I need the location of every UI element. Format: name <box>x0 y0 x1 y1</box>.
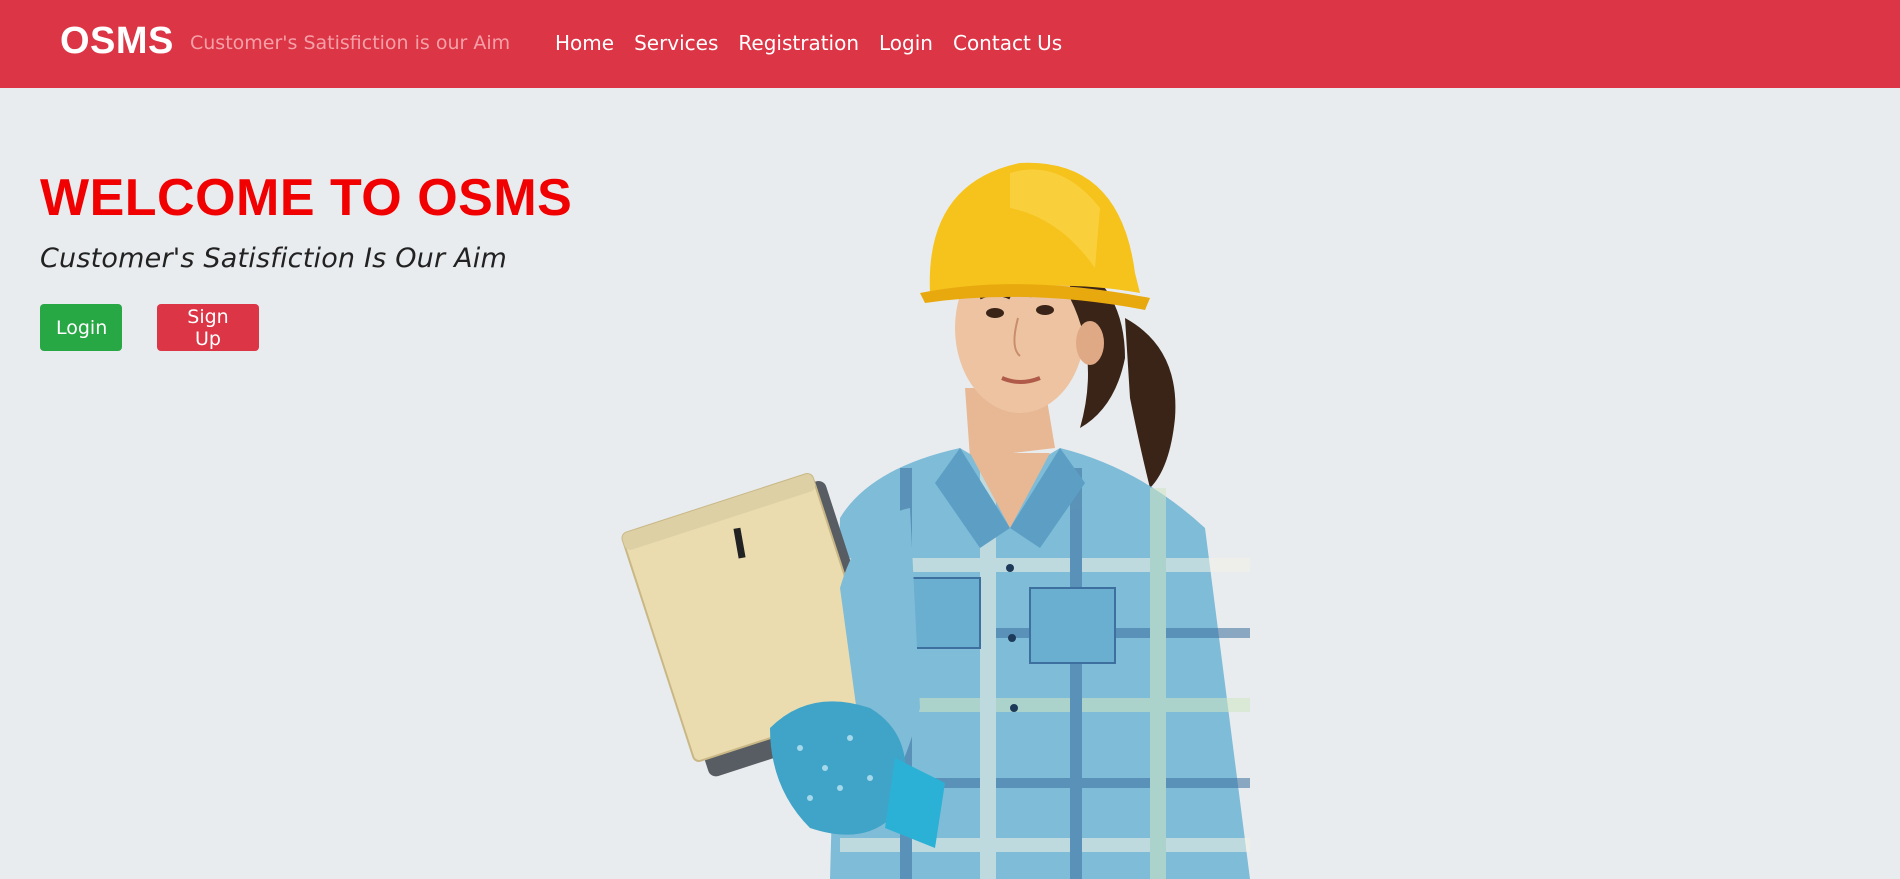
hero-title: WELCOME TO OSMS <box>40 169 573 227</box>
login-button[interactable]: Login <box>40 304 122 351</box>
worker-illustration <box>621 162 1250 879</box>
top-navbar: OSMS Customer's Satisfiction is our Aim … <box>0 0 1900 88</box>
nav-contact-us[interactable]: Contact Us <box>953 31 1062 55</box>
sign-up-button[interactable]: Sign Up <box>157 304 259 351</box>
navbar-tagline: Customer's Satisfiction is our Aim <box>190 32 511 54</box>
nav-home[interactable]: Home <box>555 31 614 55</box>
brand-logo[interactable]: OSMS <box>60 20 174 63</box>
nav-registration[interactable]: Registration <box>738 31 859 55</box>
hero-section: WELCOME TO OSMS Customer's Satisfiction … <box>0 88 1900 879</box>
nav-services[interactable]: Services <box>634 31 718 55</box>
main-nav: Home Services Registration Login Contact… <box>555 31 1082 55</box>
hero-subtitle: Customer's Satisfiction Is Our Aim <box>40 243 507 274</box>
nav-login[interactable]: Login <box>879 31 933 55</box>
